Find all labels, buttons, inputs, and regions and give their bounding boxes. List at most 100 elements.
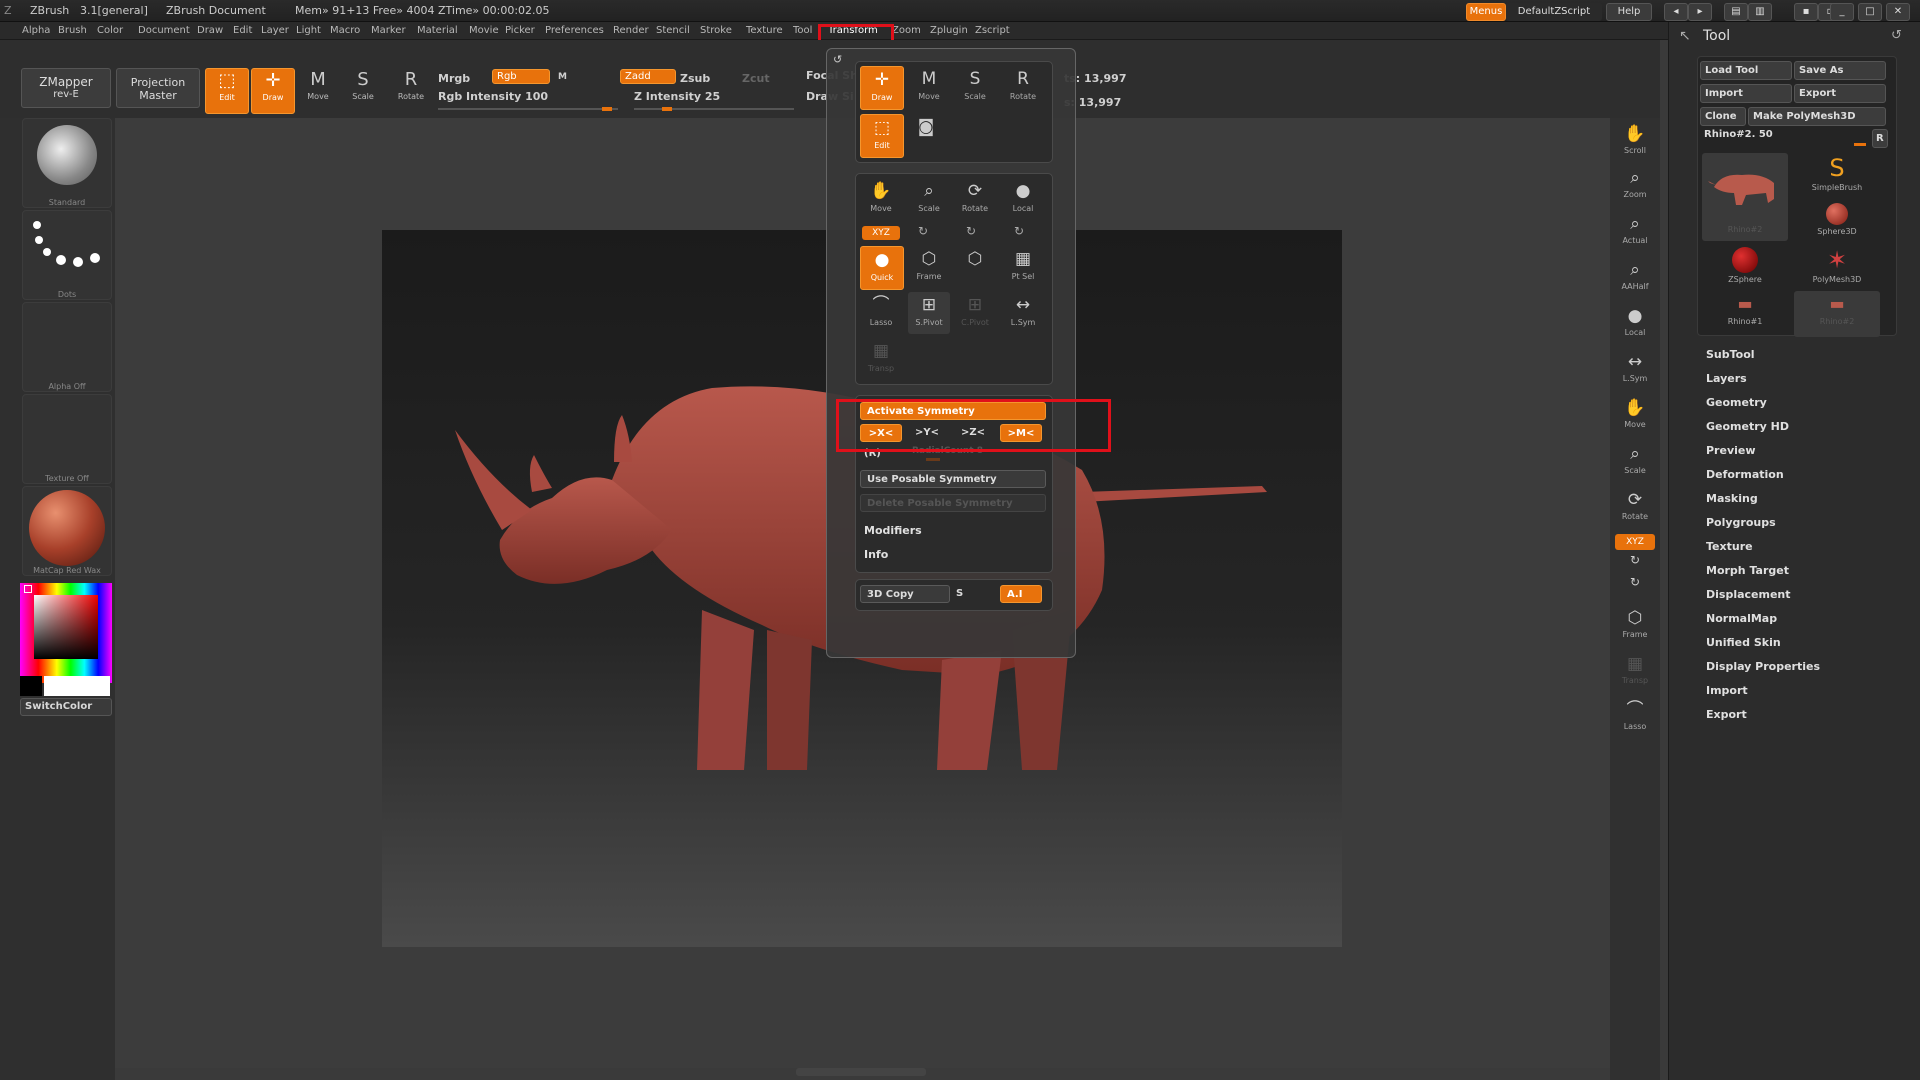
popup-scale-button[interactable]: S Scale bbox=[954, 66, 996, 108]
panel-right-icon[interactable]: ▸ bbox=[1688, 3, 1712, 21]
tool-thumb-sphere3d[interactable]: Sphere3D bbox=[1794, 199, 1880, 245]
section-geometry[interactable]: Geometry bbox=[1706, 396, 1767, 409]
menu-layer[interactable]: Layer bbox=[261, 25, 289, 36]
popup-snapshot-button[interactable]: ◙ bbox=[908, 114, 944, 144]
tool-thumb-rhino2[interactable]: ▬ Rhino#2 bbox=[1794, 291, 1880, 337]
lock-icon[interactable]: ▪ bbox=[1794, 3, 1818, 21]
popup-z-rotate-icon[interactable]: ↻ bbox=[966, 224, 976, 238]
popup-quick-button[interactable]: ● Quick bbox=[860, 246, 904, 290]
rotate-button[interactable]: R Rotate bbox=[390, 68, 432, 112]
section-polygroups[interactable]: Polygroups bbox=[1706, 516, 1776, 529]
y-rotate-button[interactable]: ↻ bbox=[1615, 552, 1655, 572]
menu-macro[interactable]: Macro bbox=[330, 25, 360, 36]
menu-picker[interactable]: Picker bbox=[505, 25, 535, 36]
z-intensity-slider[interactable]: Z Intensity 25 bbox=[634, 90, 720, 103]
popup-frame-button[interactable]: ⬡ Frame bbox=[908, 246, 950, 288]
actual-button[interactable]: ⌕ Actual bbox=[1615, 212, 1655, 252]
clone-button[interactable]: Clone bbox=[1700, 107, 1746, 126]
menu-marker[interactable]: Marker bbox=[371, 25, 406, 36]
menu-material[interactable]: Material bbox=[417, 25, 458, 36]
menu-color[interactable]: Color bbox=[97, 25, 123, 36]
section-deformation[interactable]: Deformation bbox=[1706, 468, 1784, 481]
popup-rot-icon[interactable]: ↻ bbox=[1014, 224, 1024, 238]
scale-button[interactable]: S Scale bbox=[342, 68, 384, 112]
popup-transp-button[interactable]: ▦ Transp bbox=[860, 338, 902, 380]
rotate-view-button[interactable]: ⟳ Rotate bbox=[1615, 488, 1655, 528]
import-tool-button[interactable]: Import bbox=[1700, 84, 1792, 103]
z-rotate-button[interactable]: ↻ bbox=[1615, 574, 1655, 594]
brush-standard[interactable]: Standard bbox=[22, 118, 112, 208]
draw-button[interactable]: ✛ Draw bbox=[251, 68, 295, 114]
menu-zscript[interactable]: Zscript bbox=[975, 25, 1010, 36]
popup-cpivot-button[interactable]: ⊞ C.Pivot bbox=[954, 292, 996, 334]
popup-lasso-button[interactable]: ⌒ Lasso bbox=[860, 292, 902, 334]
material-matcap-red-wax[interactable]: MatCap Red Wax bbox=[22, 486, 112, 576]
popup-rotate-view-button[interactable]: ⟳ Rotate bbox=[954, 178, 996, 220]
section-layers[interactable]: Layers bbox=[1706, 372, 1747, 385]
zadd-toggle[interactable]: Zadd bbox=[620, 69, 676, 84]
popup-xyz-toggle[interactable]: XYZ bbox=[862, 226, 900, 240]
section-displacement[interactable]: Displacement bbox=[1706, 588, 1791, 601]
xyz-toggle[interactable]: XYZ bbox=[1615, 534, 1655, 550]
rgb-intensity-track[interactable] bbox=[438, 108, 618, 110]
info-section[interactable]: Info bbox=[864, 548, 888, 561]
menu-document[interactable]: Document bbox=[138, 25, 190, 36]
tool-thumb-simplebrush[interactable]: S SimpleBrush bbox=[1794, 153, 1880, 199]
popup-edit-button[interactable]: ⬚ Edit bbox=[860, 114, 904, 158]
menu-preferences[interactable]: Preferences bbox=[545, 25, 604, 36]
save-as-button[interactable]: Save As bbox=[1794, 61, 1886, 80]
popup-ptsel-button[interactable]: ▦ Pt Sel bbox=[1002, 246, 1044, 288]
alpha-off[interactable]: Alpha Off bbox=[22, 302, 112, 392]
section-subtool[interactable]: SubTool bbox=[1706, 348, 1755, 361]
popup-move-view-button[interactable]: ✋ Move bbox=[860, 178, 902, 220]
m-toggle[interactable]: M bbox=[558, 72, 567, 82]
use-posable-symmetry-button[interactable]: Use Posable Symmetry bbox=[860, 470, 1046, 488]
popup-draw-button[interactable]: ✛ Draw bbox=[860, 66, 904, 110]
minimize-icon[interactable]: _ bbox=[1830, 3, 1854, 21]
close-icon[interactable]: ✕ bbox=[1886, 3, 1910, 21]
rgb-intensity-knob[interactable] bbox=[602, 107, 612, 111]
texture-off[interactable]: Texture Off bbox=[22, 394, 112, 484]
secondary-color-swatch[interactable] bbox=[20, 676, 42, 696]
menu-stencil[interactable]: Stencil bbox=[656, 25, 690, 36]
tool-thumb-zsphere[interactable]: ZSphere bbox=[1702, 245, 1788, 291]
move-view-button[interactable]: ✋ Move bbox=[1615, 396, 1655, 436]
color-square[interactable] bbox=[34, 595, 98, 659]
scale-view-button[interactable]: ⌕ Scale bbox=[1615, 442, 1655, 482]
move-button[interactable]: M Move bbox=[297, 68, 339, 112]
frame-button[interactable]: ⬡ Frame bbox=[1615, 606, 1655, 646]
ai-toggle[interactable]: A.I bbox=[1000, 585, 1042, 603]
layout2-icon[interactable]: ▥ bbox=[1748, 3, 1772, 21]
menus-button[interactable]: Menus bbox=[1466, 3, 1506, 21]
tool-thumb-rhino1[interactable]: ▬ Rhino#1 bbox=[1702, 291, 1788, 337]
zmapper-button[interactable]: ZMapper rev-E bbox=[21, 68, 111, 108]
menu-brush[interactable]: Brush bbox=[58, 25, 87, 36]
rgb-toggle[interactable]: Rgb bbox=[492, 69, 550, 84]
zsub-toggle[interactable]: Zsub bbox=[680, 72, 710, 85]
menu-render[interactable]: Render bbox=[613, 25, 649, 36]
maximize-icon[interactable]: □ bbox=[1858, 3, 1882, 21]
menu-draw[interactable]: Draw bbox=[197, 25, 223, 36]
help-button[interactable]: Help bbox=[1606, 3, 1652, 21]
modifiers-section[interactable]: Modifiers bbox=[864, 524, 922, 537]
popup-spivot-button[interactable]: ⊞ S.Pivot bbox=[908, 292, 950, 334]
scroll-button[interactable]: ✋ Scroll bbox=[1615, 122, 1655, 162]
delete-posable-symmetry-button[interactable]: Delete Posable Symmetry bbox=[860, 494, 1046, 512]
r-button[interactable]: R bbox=[1872, 129, 1888, 148]
color-picker[interactable] bbox=[20, 583, 112, 683]
radial-count-knob[interactable] bbox=[926, 458, 940, 461]
section-masking[interactable]: Masking bbox=[1706, 492, 1758, 505]
tool-slider[interactable]: Rhino#2. 50 bbox=[1700, 129, 1870, 145]
popup-local-button[interactable]: ● Local bbox=[1002, 178, 1044, 220]
popup-cube-button[interactable]: ⬡ bbox=[954, 246, 996, 288]
popup-move-button[interactable]: M Move bbox=[908, 66, 950, 108]
transp-button[interactable]: ▦ Transp bbox=[1615, 652, 1655, 692]
section-unified-skin[interactable]: Unified Skin bbox=[1706, 636, 1781, 649]
popup-refresh-icon[interactable]: ↺ bbox=[833, 53, 842, 66]
section-display-properties[interactable]: Display Properties bbox=[1706, 660, 1820, 673]
primary-color-swatch[interactable] bbox=[44, 676, 110, 696]
menu-zoom[interactable]: Zoom bbox=[892, 25, 921, 36]
zoom-button[interactable]: ⌕ Zoom bbox=[1615, 166, 1655, 206]
tool-thumb-polymesh3d[interactable]: ✶ PolyMesh3D bbox=[1794, 245, 1880, 291]
edit-button[interactable]: ⬚ Edit bbox=[205, 68, 249, 114]
